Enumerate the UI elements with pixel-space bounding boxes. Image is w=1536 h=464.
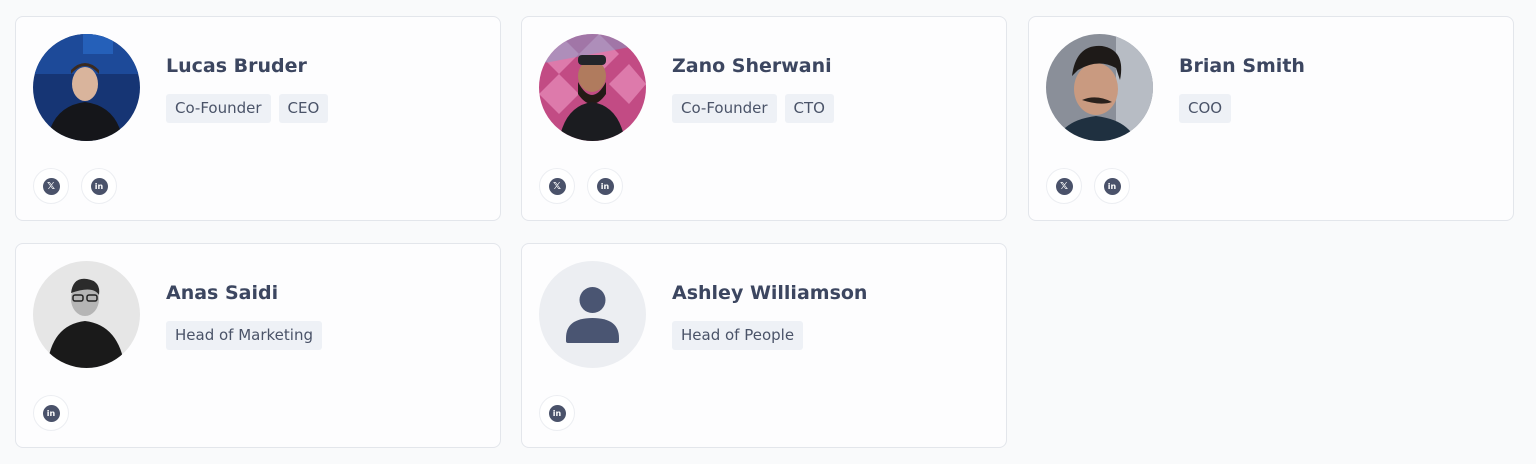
role-tag: CEO — [278, 94, 329, 123]
x-link-button[interactable]: 𝕏 — [1046, 168, 1082, 204]
avatar — [539, 34, 646, 141]
linkedin-link-button[interactable]: in — [81, 168, 117, 204]
tag-list: COO — [1179, 94, 1232, 123]
avatar — [33, 261, 140, 368]
member-name: Anas Saidi — [166, 282, 279, 304]
member-name: Zano Sherwani — [672, 55, 832, 77]
avatar — [33, 34, 140, 141]
social-links: in — [33, 395, 69, 431]
avatar — [1046, 34, 1153, 141]
team-grid: Lucas Bruder Co-Founder CEO 𝕏 in Zano Sh… — [0, 0, 1536, 464]
team-card: Zano Sherwani Co-Founder CTO 𝕏 in — [521, 16, 1007, 221]
social-links: in — [539, 395, 575, 431]
member-name: Ashley Williamson — [672, 282, 868, 304]
role-tag: CTO — [784, 94, 834, 123]
linkedin-icon: in — [90, 177, 108, 195]
social-links: 𝕏 in — [33, 168, 117, 204]
team-card: Ashley Williamson Head of People in — [521, 243, 1007, 448]
avatar — [539, 261, 646, 368]
member-name: Brian Smith — [1179, 55, 1305, 77]
role-tag: Co-Founder — [166, 94, 271, 123]
role-tag: Co-Founder — [672, 94, 777, 123]
linkedin-link-button[interactable]: in — [33, 395, 69, 431]
x-logo-icon: 𝕏 — [42, 177, 60, 195]
x-logo-icon: 𝕏 — [1055, 177, 1073, 195]
linkedin-link-button[interactable]: in — [587, 168, 623, 204]
x-link-button[interactable]: 𝕏 — [33, 168, 69, 204]
member-name: Lucas Bruder — [166, 55, 307, 77]
linkedin-icon: in — [1103, 177, 1121, 195]
social-links: 𝕏 in — [539, 168, 623, 204]
tag-list: Head of People — [672, 321, 804, 350]
x-link-button[interactable]: 𝕏 — [539, 168, 575, 204]
linkedin-link-button[interactable]: in — [539, 395, 575, 431]
user-placeholder-icon — [579, 287, 606, 313]
tag-list: Head of Marketing — [166, 321, 322, 350]
team-card: Anas Saidi Head of Marketing in — [15, 243, 501, 448]
role-tag: Head of People — [672, 321, 804, 350]
team-card: Brian Smith COO 𝕏 in — [1028, 16, 1514, 221]
tag-list: Co-Founder CTO — [672, 94, 834, 123]
role-tag: Head of Marketing — [166, 321, 322, 350]
linkedin-link-button[interactable]: in — [1094, 168, 1130, 204]
linkedin-icon: in — [596, 177, 614, 195]
linkedin-icon: in — [548, 404, 566, 422]
x-logo-icon: 𝕏 — [548, 177, 566, 195]
linkedin-icon: in — [42, 404, 60, 422]
role-tag: COO — [1179, 94, 1232, 123]
tag-list: Co-Founder CEO — [166, 94, 329, 123]
team-card: Lucas Bruder Co-Founder CEO 𝕏 in — [15, 16, 501, 221]
social-links: 𝕏 in — [1046, 168, 1130, 204]
